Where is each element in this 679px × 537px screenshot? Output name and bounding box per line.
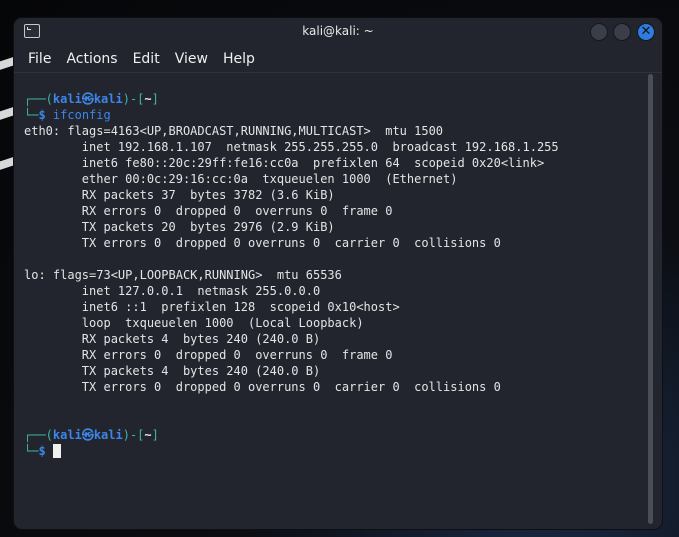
output-line: TX packets 20 bytes 2976 (2.9 KiB) (24, 220, 335, 234)
prompt-line: ┌──(kali㉿kali)-[~] (24, 92, 159, 106)
output-line: RX errors 0 dropped 0 overruns 0 frame 0 (24, 204, 393, 218)
menu-bar: File Actions Edit View Help (14, 46, 662, 73)
output-line: inet6 fe80::20c:29ff:fe16:cc0a prefixlen… (24, 156, 545, 170)
output-line: lo: flags=73<UP,LOOPBACK,RUNNING> mtu 65… (24, 268, 342, 282)
output-line: TX packets 4 bytes 240 (240.0 B) (24, 364, 321, 378)
output-line: inet 127.0.0.1 netmask 255.0.0.0 (24, 284, 321, 298)
terminal-window: kali@kali: ~ ✕ File Actions Edit View He… (14, 18, 662, 529)
output-line: RX errors 0 dropped 0 overruns 0 frame 0 (24, 348, 393, 362)
output-line: inet6 ::1 prefixlen 128 scopeid 0x10<hos… (24, 300, 400, 314)
prompt-line: ┌──(kali㉿kali)-[~] (24, 428, 159, 442)
input-line[interactable]: └─$ (24, 443, 559, 459)
menu-file[interactable]: File (28, 46, 51, 72)
minimize-button[interactable] (590, 23, 608, 41)
menu-actions[interactable]: Actions (66, 46, 117, 72)
cursor (52, 444, 61, 458)
scrollbar[interactable] (648, 74, 653, 524)
close-icon: ✕ (640, 24, 652, 39)
terminal-output[interactable]: ┌──(kali㉿kali)-[~] └─$ ifconfig eth0: flag… (24, 91, 559, 459)
maximize-button[interactable] (613, 23, 631, 41)
menu-help[interactable]: Help (223, 46, 255, 72)
output-line: eth0: flags=4163<UP,BROADCAST,RUNNING,MU… (24, 124, 444, 138)
output-line: TX errors 0 dropped 0 overruns 0 carrier… (24, 380, 501, 394)
close-button[interactable]: ✕ (637, 23, 655, 41)
command-output: eth0: flags=4163<UP,BROADCAST,RUNNING,MU… (24, 123, 559, 427)
output-line: RX packets 37 bytes 3782 (3.6 KiB) (24, 188, 335, 202)
output-line: TX errors 0 dropped 0 overruns 0 carrier… (24, 236, 501, 250)
command-line: └─$ ifconfig (24, 108, 111, 122)
window-title: kali@kali: ~ (302, 24, 374, 38)
output-line: RX packets 4 bytes 240 (240.0 B) (24, 332, 321, 346)
menu-edit[interactable]: Edit (133, 46, 160, 72)
output-line: inet 192.168.1.107 netmask 255.255.255.0… (24, 140, 559, 154)
output-line: loop txqueuelen 1000 (Local Loopback) (24, 316, 364, 330)
menu-view[interactable]: View (175, 46, 208, 72)
output-line: ether 00:0c:29:16:cc:0a txqueuelen 1000 … (24, 172, 458, 186)
title-bar[interactable]: kali@kali: ~ ✕ (14, 18, 662, 46)
